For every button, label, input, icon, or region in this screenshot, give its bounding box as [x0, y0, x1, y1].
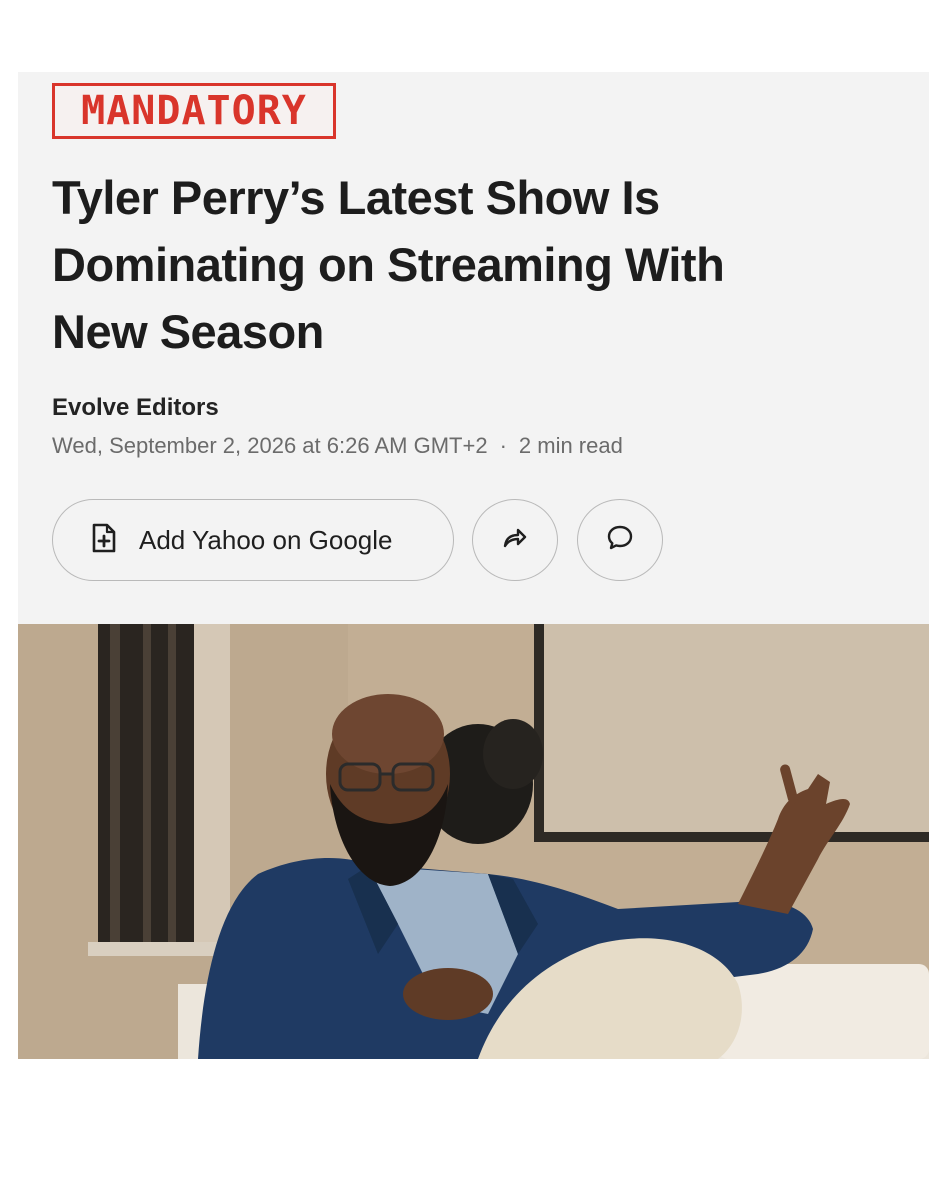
article-meta: Wed, September 2, 2026 at 6:26 AM GMT+2 ·… [52, 433, 623, 459]
article-header-card: MANDATORY Tyler Perry’s Latest Show Is D… [18, 72, 929, 624]
meta-separator: · [499, 433, 507, 458]
headline-line-1: Tyler Perry’s Latest Show Is [52, 171, 660, 224]
speech-bubble-icon [606, 524, 634, 557]
share-arrow-icon [502, 527, 528, 554]
article-headline: Tyler Perry’s Latest Show Is Dominating … [52, 164, 892, 365]
headline-line-2: Dominating on Streaming With [52, 238, 725, 291]
read-time: 2 min read [518, 433, 623, 458]
publish-date: Wed, September 2, 2026 at 6:26 AM GMT+2 [52, 433, 488, 458]
headline-line-3: New Season [52, 305, 324, 358]
add-document-icon [91, 523, 117, 558]
share-button[interactable] [472, 499, 558, 581]
brand-logo-text: MANDATORY [81, 88, 307, 134]
author-name[interactable]: Evolve Editors [52, 394, 219, 422]
comment-button[interactable] [577, 499, 663, 581]
hero-image [18, 624, 929, 1059]
brand-logo[interactable]: MANDATORY [52, 83, 336, 139]
add-yahoo-label: Add Yahoo on Google [139, 524, 393, 555]
add-yahoo-on-google-button[interactable]: Add Yahoo on Google [52, 499, 454, 581]
